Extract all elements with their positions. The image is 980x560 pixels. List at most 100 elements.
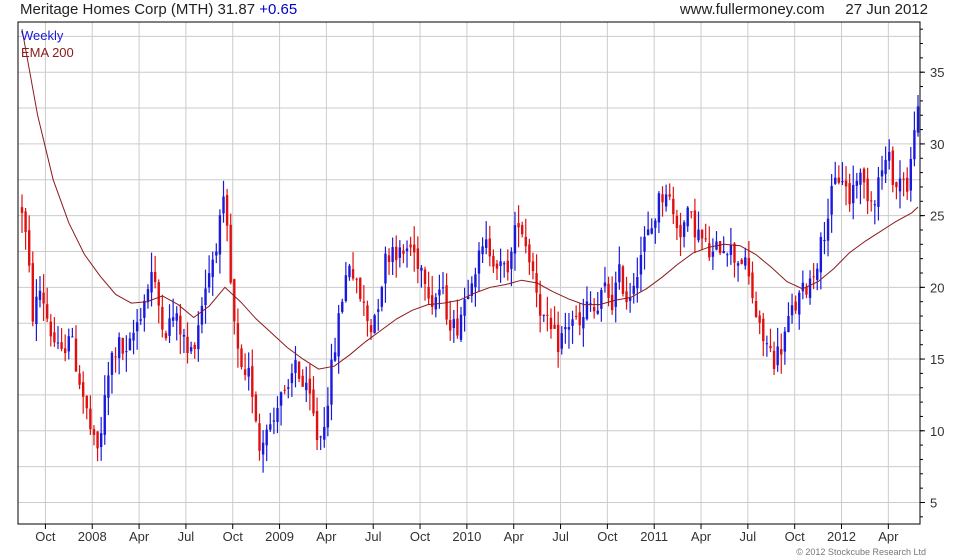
candle-body <box>261 442 265 455</box>
candle-body <box>880 170 884 177</box>
candle-body <box>610 294 614 311</box>
candle-body <box>816 268 819 280</box>
candle-body <box>405 248 409 252</box>
candle-body <box>621 266 625 294</box>
candle-body <box>564 327 567 330</box>
y-tick-label: 10 <box>930 424 944 439</box>
candle-body <box>895 182 898 188</box>
candle-body <box>837 177 841 183</box>
candle-body <box>711 251 715 257</box>
candle-body <box>81 382 85 397</box>
candle-body <box>121 337 124 354</box>
candle-body <box>765 343 769 345</box>
candle-body <box>636 277 639 289</box>
candle-body <box>366 305 369 322</box>
candle-body <box>884 159 887 175</box>
candle-body <box>114 356 117 358</box>
candle-body <box>308 378 312 394</box>
candle-body <box>600 290 603 309</box>
candle-body <box>596 310 599 314</box>
candle-body <box>571 319 574 326</box>
candle-body <box>870 200 873 202</box>
x-axis: Oct 2008 Apr Jul Oct 2009 Apr Jul Oct 2010 Apr Jul O… <box>35 524 899 544</box>
candle-body <box>164 333 168 339</box>
candle-body <box>592 306 596 312</box>
candle-body <box>135 322 139 332</box>
candle-body <box>337 313 340 357</box>
candle-body <box>236 323 240 349</box>
candle-body <box>265 429 268 446</box>
candle-body <box>42 292 45 304</box>
candle-body <box>63 348 67 354</box>
candle-body <box>193 344 196 349</box>
candle-body <box>139 319 142 321</box>
candle-body <box>157 282 160 306</box>
candle-body <box>290 373 294 384</box>
candle-body <box>474 274 477 288</box>
candle-body <box>218 215 222 255</box>
candle-body <box>841 181 844 183</box>
candle-body <box>416 248 420 269</box>
candle-body <box>441 287 445 289</box>
candle-body <box>369 325 373 333</box>
candle-body <box>650 228 653 234</box>
candle-body <box>902 178 905 180</box>
candle-body <box>481 246 484 255</box>
candle-body <box>344 275 348 301</box>
candle-body <box>862 168 866 183</box>
candle-body <box>549 317 553 329</box>
candle-body <box>409 244 412 248</box>
candle-body <box>341 301 344 312</box>
candle-body <box>27 230 31 266</box>
candle-body <box>625 291 628 303</box>
candle-body <box>323 426 326 440</box>
candle-body <box>502 263 506 265</box>
candle-body <box>697 229 700 241</box>
x-tick-label: Apr <box>878 529 899 544</box>
candle-body <box>758 315 761 323</box>
legend-weekly: Weekly <box>21 28 64 43</box>
x-tick-label: Oct <box>35 529 56 544</box>
candle-body <box>477 250 481 274</box>
candle-body <box>614 282 617 307</box>
candle-body <box>254 394 258 422</box>
candle-body <box>679 224 682 238</box>
candle-body <box>607 283 610 298</box>
candle-body <box>657 193 661 223</box>
candle-body <box>499 261 502 267</box>
candle-body <box>427 286 430 299</box>
candle-body <box>110 352 114 375</box>
candle-body <box>315 410 319 441</box>
candle-body <box>60 342 63 350</box>
x-tick-label: Jul <box>178 529 195 544</box>
x-tick-label: Oct <box>597 529 618 544</box>
candle-body <box>492 255 495 267</box>
candle-body <box>855 180 859 186</box>
candle-body <box>646 229 650 236</box>
candle-body <box>668 194 671 197</box>
candle-body <box>377 309 380 312</box>
candle-body <box>488 238 491 257</box>
candle-body <box>560 333 563 349</box>
candle-body <box>319 436 322 438</box>
candle-body <box>877 177 880 207</box>
candle-body <box>639 254 643 275</box>
candle-body <box>297 361 301 379</box>
candle-body <box>675 215 679 229</box>
candle-body <box>117 337 121 359</box>
candle-body <box>744 257 747 266</box>
candle-body <box>402 250 405 254</box>
candle-body <box>632 285 635 294</box>
y-tick-label: 15 <box>930 352 944 367</box>
candle-body <box>859 172 862 185</box>
candle-body <box>175 313 178 321</box>
candle-body <box>96 431 99 449</box>
candle-body <box>107 375 110 398</box>
x-tick-label: Apr <box>691 529 712 544</box>
candle-body <box>456 318 459 336</box>
x-tick-label: Apr <box>316 529 337 544</box>
candle-body <box>449 320 452 331</box>
candle-body <box>197 325 200 350</box>
candle-body <box>240 348 243 367</box>
candle-body <box>510 251 513 269</box>
